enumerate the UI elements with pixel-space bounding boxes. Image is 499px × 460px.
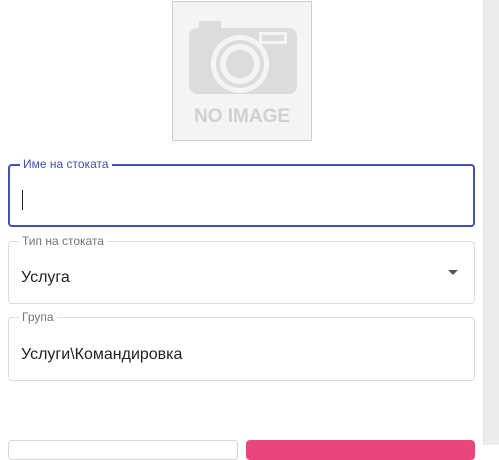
product-name-field[interactable]: Име на стоката: [8, 157, 475, 227]
chevron-down-icon[interactable]: [448, 270, 458, 275]
primary-button[interactable]: [246, 440, 475, 460]
product-group-value: Услуги\Командировка: [21, 346, 183, 363]
product-group-field[interactable]: Група Услуги\Командировка: [8, 310, 475, 381]
product-name-label: Име на стоката: [20, 157, 112, 171]
no-image-text: NO IMAGE: [194, 106, 290, 127]
scrollbar-track[interactable]: [483, 0, 499, 445]
product-type-select[interactable]: Тип на стоката Услуга: [8, 234, 475, 304]
secondary-button[interactable]: [8, 440, 238, 460]
camera-icon: NO IMAGE: [189, 21, 297, 127]
product-image-placeholder: NO IMAGE: [172, 1, 312, 141]
product-type-value: Услуга: [21, 269, 70, 286]
product-type-label: Тип на стоката: [19, 234, 107, 248]
text-cursor: [22, 190, 23, 210]
product-group-label: Група: [19, 310, 57, 324]
